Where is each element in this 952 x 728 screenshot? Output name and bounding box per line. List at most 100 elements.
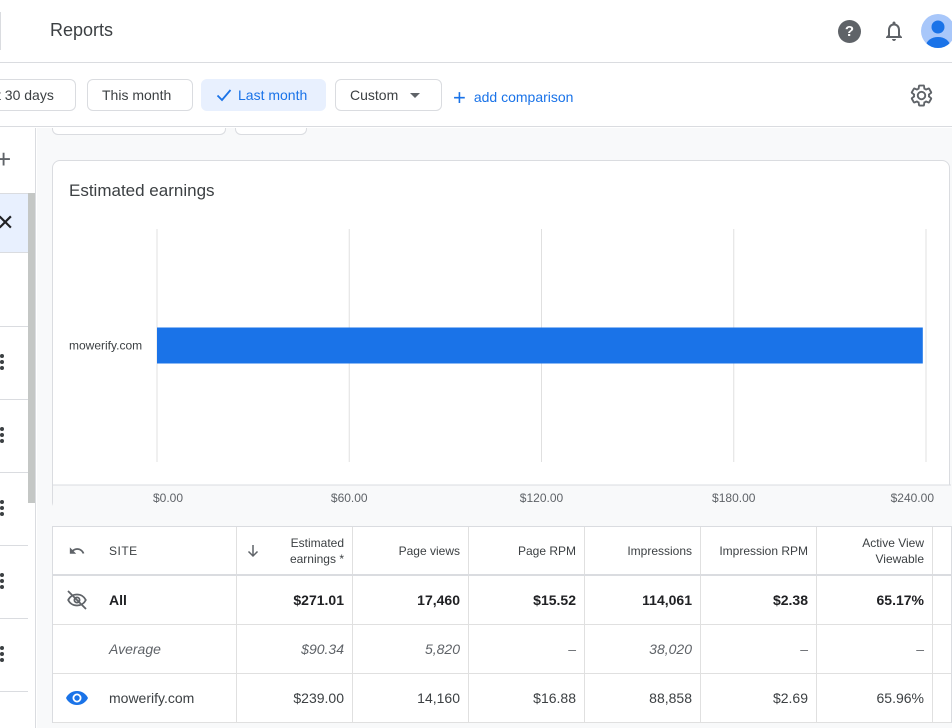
table-header-row: SITE Estimated earnings * Page views Page… <box>53 527 951 576</box>
table-cell-overflow <box>933 625 952 673</box>
table-cell-page-views: 17,460 <box>353 576 469 624</box>
chart-axis-strip <box>53 485 951 510</box>
chip-last-month-label: Last month <box>238 87 308 103</box>
col-header-page-rpm[interactable]: Page RPM <box>469 527 585 574</box>
table-cell-active-view: 65.17% <box>817 576 933 624</box>
table-row-site: mowerify.com $239.00 14,160 $16.88 88,85… <box>53 674 951 723</box>
table-cell-earnings: $271.01 <box>237 576 353 624</box>
col-header-impression-rpm-label: Impression RPM <box>719 543 808 558</box>
col-header-impressions[interactable]: Impressions <box>585 527 701 574</box>
chart-x-tick-label: $120.00 <box>520 491 564 505</box>
settings-gear-icon[interactable] <box>909 83 934 108</box>
table-cell-impressions: 88,858 <box>585 674 701 722</box>
chip-custom[interactable]: Custom <box>335 79 442 111</box>
table-row-average: Average $90.34 5,820 – 38,020 – – <box>53 625 951 674</box>
rail-item[interactable] <box>0 473 28 546</box>
chip-custom-label: Custom <box>350 87 399 103</box>
rail-item[interactable] <box>0 619 28 692</box>
add-report-icon[interactable]: + <box>0 146 11 172</box>
table-cell-impression-rpm: – <box>701 625 817 673</box>
undo-icon[interactable] <box>53 527 101 574</box>
col-header-earnings-line1: Estimated <box>290 535 344 550</box>
table-cell-impressions: 38,020 <box>585 625 701 673</box>
table-cell-overflow <box>933 576 952 624</box>
header-divider <box>0 12 1 50</box>
table-cell-impression-rpm: $2.69 <box>701 674 817 722</box>
table-row-all: All $271.01 17,460 $15.52 114,061 $2.38 … <box>53 576 951 625</box>
earnings-bar-chart: $0.00 $60.00 $120.00 $180.00 $240.00 mowerify… <box>53 229 951 510</box>
table-cell-page-views: 5,820 <box>353 625 469 673</box>
table-cell-page-rpm: – <box>469 625 585 673</box>
filter-chip[interactable] <box>235 128 307 135</box>
chart-x-tick-label: $60.00 <box>331 491 368 505</box>
rail-selected-item[interactable]: ✕ <box>0 193 28 253</box>
col-header-overflow <box>933 527 952 574</box>
more-vert-icon[interactable] <box>0 646 6 664</box>
col-header-site[interactable]: SITE <box>101 527 237 574</box>
col-header-impressions-label: Impressions <box>627 543 692 558</box>
chart-x-tick-label: $240.00 <box>891 491 935 505</box>
col-header-active-view[interactable]: Active View Viewable <box>817 527 933 574</box>
rail-item[interactable] <box>0 400 28 473</box>
account-avatar[interactable] <box>921 14 952 48</box>
table-cell-blank <box>53 625 101 673</box>
earnings-chart-card: Estimated earnings $0.00 $60.00 $120.00 $18… <box>52 160 951 510</box>
table-cell-active-view: – <box>817 625 933 673</box>
table-cell-page-rpm: $15.52 <box>469 576 585 624</box>
help-icon[interactable]: ? <box>838 20 861 43</box>
page-title: Reports <box>50 20 114 40</box>
col-header-active-view-line2: Viewable <box>875 551 924 566</box>
add-comparison-button[interactable]: + add comparison <box>453 85 573 111</box>
table-cell-site: Average <box>101 625 237 673</box>
col-header-earnings-line2: earnings * <box>289 551 344 566</box>
date-range-bar: st 30 days This month Last month Custom … <box>0 63 952 127</box>
account-person-icon <box>926 20 950 48</box>
chip-this-month-label: This month <box>102 87 172 103</box>
report-table: SITE Estimated earnings * Page views Page… <box>52 526 952 723</box>
col-header-impression-rpm[interactable]: Impression RPM <box>701 527 817 574</box>
chart-x-tick-label: $180.00 <box>712 491 756 505</box>
table-cell-site[interactable]: mowerify.com <box>101 674 237 722</box>
more-vert-icon[interactable] <box>0 427 6 445</box>
saved-reports-rail: + ✕ <box>0 128 36 728</box>
rail-item[interactable] <box>0 327 28 400</box>
table-cell-impression-rpm: $2.38 <box>701 576 817 624</box>
table-cell-impressions: 114,061 <box>585 576 701 624</box>
chip-last-month[interactable]: Last month <box>201 79 326 111</box>
chip-last-30-days[interactable]: st 30 days <box>0 79 76 111</box>
report-content: Estimated earnings $0.00 $60.00 $120.00 $18… <box>37 128 952 728</box>
chart-bar <box>157 327 923 364</box>
table-cell-overflow <box>933 674 952 722</box>
col-header-site-label: SITE <box>109 543 138 558</box>
table-cell-earnings: $90.34 <box>237 625 353 673</box>
rail-item[interactable] <box>0 254 28 327</box>
col-header-page-rpm-label: Page RPM <box>517 543 576 558</box>
rail-scrollbar[interactable] <box>28 193 35 503</box>
visibility-icon[interactable] <box>53 674 101 722</box>
table-cell-page-views: 14,160 <box>353 674 469 722</box>
check-icon <box>216 89 232 102</box>
table-cell-active-view: 65.96% <box>817 674 933 722</box>
more-vert-icon[interactable] <box>0 573 6 591</box>
add-comparison-label: add comparison <box>473 89 574 105</box>
filter-chip[interactable] <box>52 128 226 135</box>
table-cell-site: All <box>101 576 237 624</box>
chart-x-tick-label: $0.00 <box>153 491 183 505</box>
col-header-active-view-line1: Active View <box>862 535 924 550</box>
notifications-bell-icon[interactable] <box>882 19 906 43</box>
visibility-off-icon[interactable] <box>53 576 101 624</box>
close-icon[interactable]: ✕ <box>0 212 14 234</box>
table-cell-page-rpm: $16.88 <box>469 674 585 722</box>
chart-category-label: mowerify.com <box>69 339 142 353</box>
table-cell-earnings: $239.00 <box>237 674 353 722</box>
col-header-earnings[interactable]: Estimated earnings * <box>237 527 353 574</box>
chip-this-month[interactable]: This month <box>87 79 193 111</box>
rail-item[interactable] <box>0 546 28 619</box>
top-app-bar: Reports ? <box>0 0 952 63</box>
col-header-page-views[interactable]: Page views <box>353 527 469 574</box>
dropdown-caret-icon <box>410 93 421 98</box>
col-header-page-views-label: Page views <box>398 543 460 558</box>
plus-icon: + <box>453 85 466 110</box>
more-vert-icon[interactable] <box>0 500 6 518</box>
more-vert-icon[interactable] <box>0 354 6 372</box>
